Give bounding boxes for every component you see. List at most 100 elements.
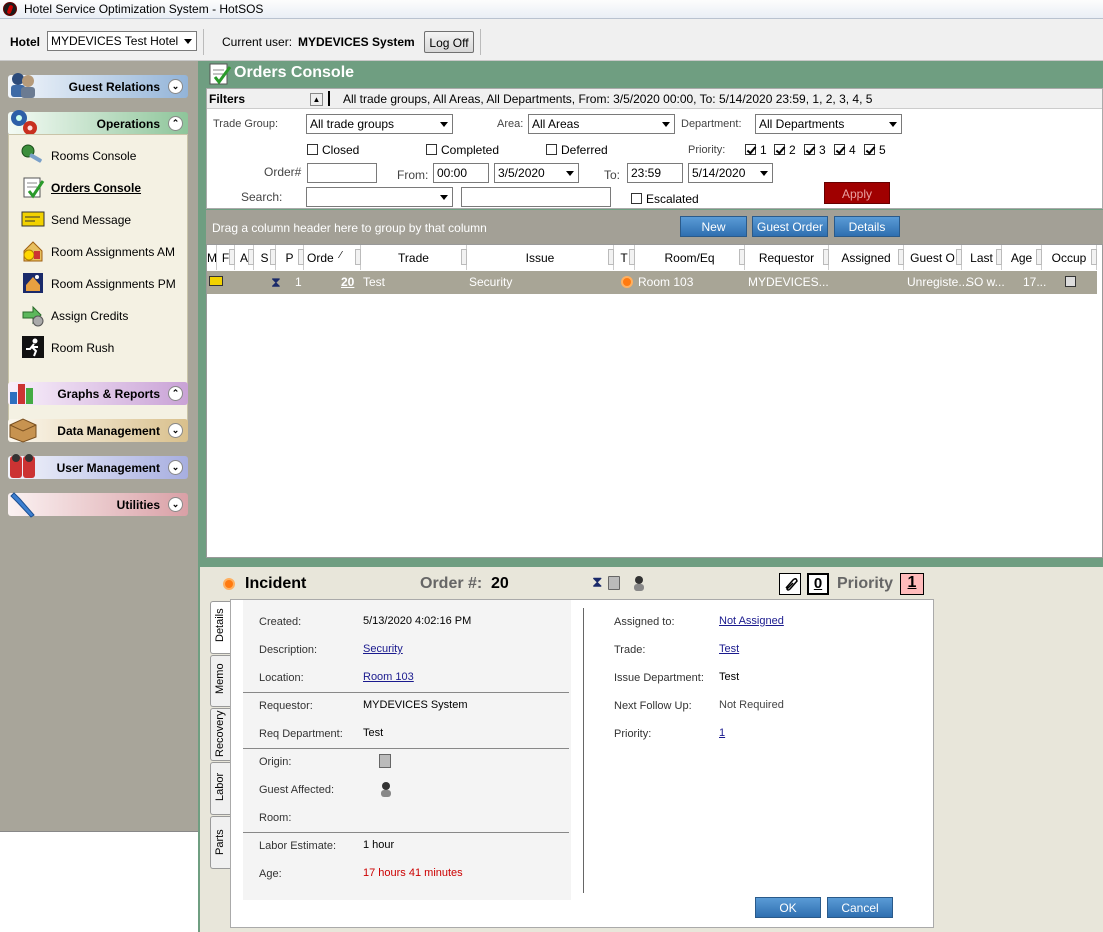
nav-group-utilities[interactable]: Utilities ⌄ xyxy=(8,492,188,518)
priority-4-checkbox[interactable] xyxy=(834,144,845,155)
apply-button[interactable]: Apply xyxy=(824,182,890,204)
completed-checkbox[interactable] xyxy=(426,144,437,155)
nav-group-label: User Management xyxy=(56,461,160,475)
column-header-label: Requestor xyxy=(758,251,815,265)
chevron-up-icon[interactable]: ⌃ xyxy=(168,116,183,131)
column-header-age[interactable]: Age xyxy=(1002,245,1042,270)
column-header-order[interactable]: Orde ⁄ xyxy=(304,245,361,270)
column-header-label: Room/Eq xyxy=(664,251,715,265)
chevron-down-icon[interactable]: ⌄ xyxy=(168,79,183,94)
group-by-bar[interactable]: Drag a column header here to group by th… xyxy=(206,210,1103,244)
tab-parts[interactable]: Parts xyxy=(210,816,231,869)
column-header-guest[interactable]: Guest O xyxy=(904,245,962,270)
chevron-up-icon[interactable]: ⌃ xyxy=(168,386,183,401)
tab-details[interactable]: Details xyxy=(210,601,231,654)
room-label: Room: xyxy=(259,812,292,824)
nav-group-guest-relations[interactable]: Guest Relations ⌄ xyxy=(8,73,188,98)
escalated-checkbox[interactable] xyxy=(631,193,642,204)
nav-group-operations[interactable]: Operations ⌃ xyxy=(8,110,188,135)
from-date-picker[interactable]: 3/5/2020 xyxy=(494,163,579,183)
tab-label: Recovery xyxy=(214,710,226,757)
nav-group-graphs-reports[interactable]: Graphs & Reports ⌃ xyxy=(8,382,188,405)
assigned-to-link[interactable]: Not Assigned xyxy=(719,615,784,627)
sidebar-item-assign-credits[interactable]: Assign Credits xyxy=(21,303,181,327)
to-date-picker[interactable]: 5/14/2020 xyxy=(688,163,773,183)
toolbar-divider xyxy=(203,29,204,55)
sidebar-item-room-rush[interactable]: Room Rush xyxy=(21,335,181,359)
column-header-requestor[interactable]: Requestor xyxy=(745,245,829,270)
nav-group-data-management[interactable]: Data Management ⌄ xyxy=(8,418,188,443)
incident-icon xyxy=(223,578,235,590)
search-field-select[interactable] xyxy=(306,187,453,207)
column-header-s[interactable]: S xyxy=(254,245,276,270)
trade-group-select[interactable]: All trade groups xyxy=(306,114,453,134)
tab-recovery[interactable]: Recovery xyxy=(210,708,231,761)
priority-2-checkbox[interactable] xyxy=(774,144,785,155)
sidebar-item-orders-console[interactable]: Orders Console xyxy=(21,175,181,199)
assignments-am-icon xyxy=(21,239,45,263)
issue-department-value: Test xyxy=(719,671,740,683)
chevron-down-icon[interactable]: ⌄ xyxy=(168,460,183,475)
department-select[interactable]: All Departments xyxy=(755,114,902,134)
filters-header: Filters ▲ All trade groups, All Areas, A… xyxy=(207,89,1102,109)
description-link[interactable]: Security xyxy=(363,643,403,655)
priority-1-checkbox[interactable] xyxy=(745,144,756,155)
column-header-assigned[interactable]: Assigned xyxy=(829,245,904,270)
column-header-f[interactable]: F xyxy=(217,245,235,270)
filters-panel: Filters ▲ All trade groups, All Areas, A… xyxy=(206,88,1103,209)
table-row[interactable]: ⧗ 1 20 Test Security Room 103 MYDEVICES.… xyxy=(207,271,1097,294)
hotel-select[interactable]: MYDEVICES Test Hotel xyxy=(47,31,197,51)
from-time-input[interactable]: 00:00 xyxy=(433,163,489,183)
priority-3-checkbox[interactable] xyxy=(804,144,815,155)
occupancy-checkbox[interactable] xyxy=(1065,276,1076,287)
sidebar-item-send-message[interactable]: Send Message xyxy=(21,207,181,231)
column-header-m[interactable]: M xyxy=(207,245,217,270)
tab-labor[interactable]: Labor xyxy=(210,762,231,815)
column-header-a[interactable]: A xyxy=(235,245,254,270)
requestor-value: MYDEVICES System xyxy=(363,699,468,711)
tab-label: Details xyxy=(214,608,226,642)
sidebar-item-room-assignments-pm[interactable]: Room Assignments PM xyxy=(21,271,181,295)
logoff-button[interactable]: Log Off xyxy=(424,31,474,53)
location-link[interactable]: Room 103 xyxy=(363,671,414,683)
sidebar-item-label: Rooms Console xyxy=(51,149,137,163)
wrench-icon xyxy=(8,489,38,518)
attachment-icon[interactable] xyxy=(779,573,801,595)
column-header-occupancy[interactable]: Occup xyxy=(1042,245,1097,270)
priority-link[interactable]: 1 xyxy=(719,727,725,739)
area-select[interactable]: All Areas xyxy=(528,114,675,134)
collapse-filters-icon[interactable]: ▲ xyxy=(310,93,323,106)
new-button[interactable]: New xyxy=(680,216,747,237)
sidebar-item-rooms-console[interactable]: Rooms Console xyxy=(21,143,181,167)
details-button[interactable]: Details xyxy=(834,216,900,237)
divider xyxy=(243,832,569,833)
column-header-room[interactable]: Room/Eq xyxy=(635,245,745,270)
column-header-last[interactable]: Last xyxy=(962,245,1002,270)
chevron-down-icon[interactable]: ⌄ xyxy=(168,497,183,512)
location-label: Location: xyxy=(259,672,304,684)
cancel-button[interactable]: Cancel xyxy=(827,897,893,918)
priority-5-checkbox[interactable] xyxy=(864,144,875,155)
guest-order-button[interactable]: Guest Order xyxy=(752,216,828,237)
to-time-input[interactable]: 23:59 xyxy=(627,163,683,183)
deferred-checkbox[interactable] xyxy=(546,144,557,155)
column-filter-icon[interactable] xyxy=(1091,249,1097,265)
order-number-input[interactable] xyxy=(307,163,377,183)
nav-group-user-management[interactable]: User Management ⌄ xyxy=(8,454,188,479)
from-label: From: xyxy=(397,168,429,182)
ok-button[interactable]: OK xyxy=(755,897,821,918)
column-header-t[interactable]: T xyxy=(614,245,635,270)
data-management-icon xyxy=(8,415,38,443)
trade-link[interactable]: Test xyxy=(719,643,739,655)
column-header-p[interactable]: P xyxy=(276,245,304,270)
chevron-down-icon xyxy=(438,191,450,203)
column-header-issue[interactable]: Issue xyxy=(467,245,614,270)
search-input[interactable] xyxy=(461,187,611,207)
column-header-trade[interactable]: Trade xyxy=(361,245,467,270)
tab-memo[interactable]: Memo xyxy=(210,655,231,707)
chevron-down-icon[interactable]: ⌄ xyxy=(168,423,183,438)
sidebar-item-room-assignments-am[interactable]: Room Assignments AM xyxy=(21,239,181,263)
sidebar: Guest Relations ⌄ Operations ⌃ Rooms Con… xyxy=(0,61,198,932)
closed-checkbox[interactable] xyxy=(307,144,318,155)
cell-order-link[interactable]: 20 xyxy=(341,275,354,289)
